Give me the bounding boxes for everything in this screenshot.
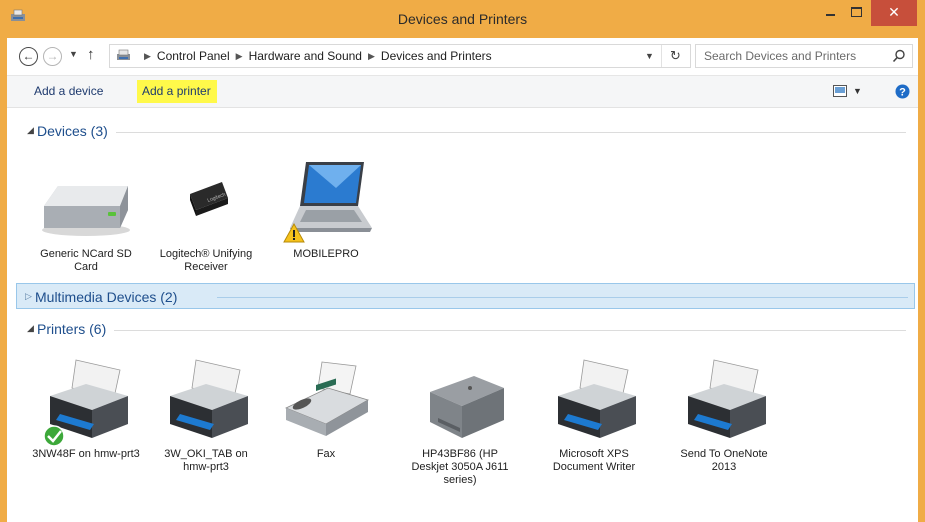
device-item-generic-ncard[interactable]: Generic NCard SD Card <box>31 158 141 274</box>
minimize-button[interactable] <box>817 0 843 26</box>
add-printer-button[interactable]: Add a printer <box>137 80 217 103</box>
printer-item-hp-deskjet[interactable]: HP43BF86 (HP Deskjet 3050A J611 series) <box>405 358 515 487</box>
refresh-button[interactable]: ↻ <box>670 48 681 64</box>
group-label-multimedia-devices: Multimedia Devices (2) <box>35 289 178 305</box>
printer-icon <box>674 358 774 448</box>
breadcrumb-devices-and-printers[interactable]: Devices and Printers <box>381 49 492 63</box>
group-label-devices: Devices (3) <box>37 123 116 139</box>
svg-text:?: ? <box>899 87 906 99</box>
breadcrumb-control-panel[interactable]: Control Panel <box>157 49 230 63</box>
group-divider <box>37 132 906 133</box>
printer-name: Send To OneNote 2013 <box>680 448 768 473</box>
printer-item-fax[interactable]: Fax <box>271 358 381 461</box>
device-item-logitech-receiver[interactable]: Logitech Logitech® Unifying Receiver <box>151 158 261 274</box>
address-bar[interactable]: ▶ Control Panel ▶ Hardware and Sound ▶ D… <box>109 44 691 68</box>
change-view-icon[interactable] <box>833 85 847 97</box>
printer-icon <box>544 358 644 448</box>
laptop-warning-icon <box>276 158 376 248</box>
printer-item-microsoft-xps[interactable]: Microsoft XPS Document Writer <box>539 358 649 474</box>
command-bar: Add a device Add a printer ▼ ? <box>7 76 918 108</box>
group-label-printers: Printers (6) <box>37 321 115 337</box>
title-bar[interactable]: Devices and Printers ✕ <box>0 0 925 38</box>
sd-card-drive-icon <box>36 158 136 248</box>
address-history-dropdown[interactable]: ▼ <box>645 51 654 61</box>
group-header-multimedia-devices[interactable]: ▷ Multimedia Devices (2) <box>16 283 915 309</box>
close-icon: ✕ <box>888 4 900 20</box>
back-button[interactable]: ← <box>19 47 38 66</box>
help-icon[interactable]: ? <box>895 84 910 99</box>
device-name: Logitech® Unifying Receiver <box>159 248 253 273</box>
search-icon[interactable] <box>892 49 906 63</box>
control-panel-location-icon <box>117 49 130 60</box>
device-name: MOBILEPRO <box>293 248 359 260</box>
usb-receiver-icon: Logitech <box>156 158 256 248</box>
chevron-right-icon[interactable]: ▶ <box>368 51 375 63</box>
devices-and-printers-window: Devices and Printers ✕ ← → ▼ ↑ ▶ Control… <box>0 0 925 522</box>
minimize-icon <box>826 14 835 16</box>
chevron-right-icon[interactable]: ▶ <box>236 51 243 63</box>
device-list: ◢ Devices (3) Generic NCard SD Card Logi… <box>7 108 918 522</box>
group-header-devices[interactable]: ◢ Devices (3) <box>7 120 918 142</box>
breadcrumb: ▶ Control Panel ▶ Hardware and Sound ▶ D… <box>138 49 492 63</box>
printer-name: Microsoft XPS Document Writer <box>552 448 636 473</box>
group-divider <box>217 297 908 298</box>
device-name: Generic NCard SD Card <box>40 248 132 273</box>
close-button[interactable]: ✕ <box>871 0 917 26</box>
address-divider <box>661 45 662 67</box>
printer-name: Fax <box>316 448 336 460</box>
expand-triangle-icon[interactable]: ▷ <box>25 291 32 302</box>
maximize-button[interactable] <box>843 0 869 26</box>
search-input[interactable] <box>704 48 884 64</box>
printer-item-3w-oki-tab[interactable]: 3W_OKI_TAB on hmw-prt3 <box>151 358 261 474</box>
navigation-bar: ← → ▼ ↑ ▶ Control Panel ▶ Hardware and S… <box>7 38 918 76</box>
forward-button[interactable]: → <box>43 47 62 66</box>
device-item-mobilepro[interactable]: MOBILEPRO <box>271 158 381 261</box>
maximize-icon <box>851 7 862 17</box>
window-title: Devices and Printers <box>397 11 528 27</box>
inkjet-printer-icon <box>410 358 510 448</box>
printer-name: 3W_OKI_TAB on hmw-prt3 <box>164 448 248 473</box>
group-divider <box>37 330 906 331</box>
recent-locations-dropdown[interactable]: ▼ <box>69 49 78 59</box>
group-header-printers[interactable]: ◢ Printers (6) <box>7 318 918 340</box>
printer-item-send-to-onenote[interactable]: Send To OneNote 2013 <box>669 358 779 474</box>
printer-name: 3NW48F on hmw-prt3 <box>32 448 140 460</box>
printer-name: HP43BF86 (HP Deskjet 3050A J611 series) <box>411 448 509 486</box>
fax-icon <box>276 358 376 448</box>
printer-item-3nw48f[interactable]: 3NW48F on hmw-prt3 <box>31 358 141 461</box>
search-box[interactable] <box>695 44 913 68</box>
chevron-right-icon[interactable]: ▶ <box>144 51 151 63</box>
breadcrumb-hardware-and-sound[interactable]: Hardware and Sound <box>249 49 362 63</box>
printer-icon <box>156 358 256 448</box>
collapse-triangle-icon[interactable]: ◢ <box>27 125 34 136</box>
collapse-triangle-icon[interactable]: ◢ <box>27 323 34 334</box>
view-options-dropdown[interactable]: ▼ <box>853 86 862 96</box>
add-device-button[interactable]: Add a device <box>34 84 103 98</box>
printer-default-icon <box>36 358 136 448</box>
up-one-level-button[interactable]: ↑ <box>87 46 95 63</box>
